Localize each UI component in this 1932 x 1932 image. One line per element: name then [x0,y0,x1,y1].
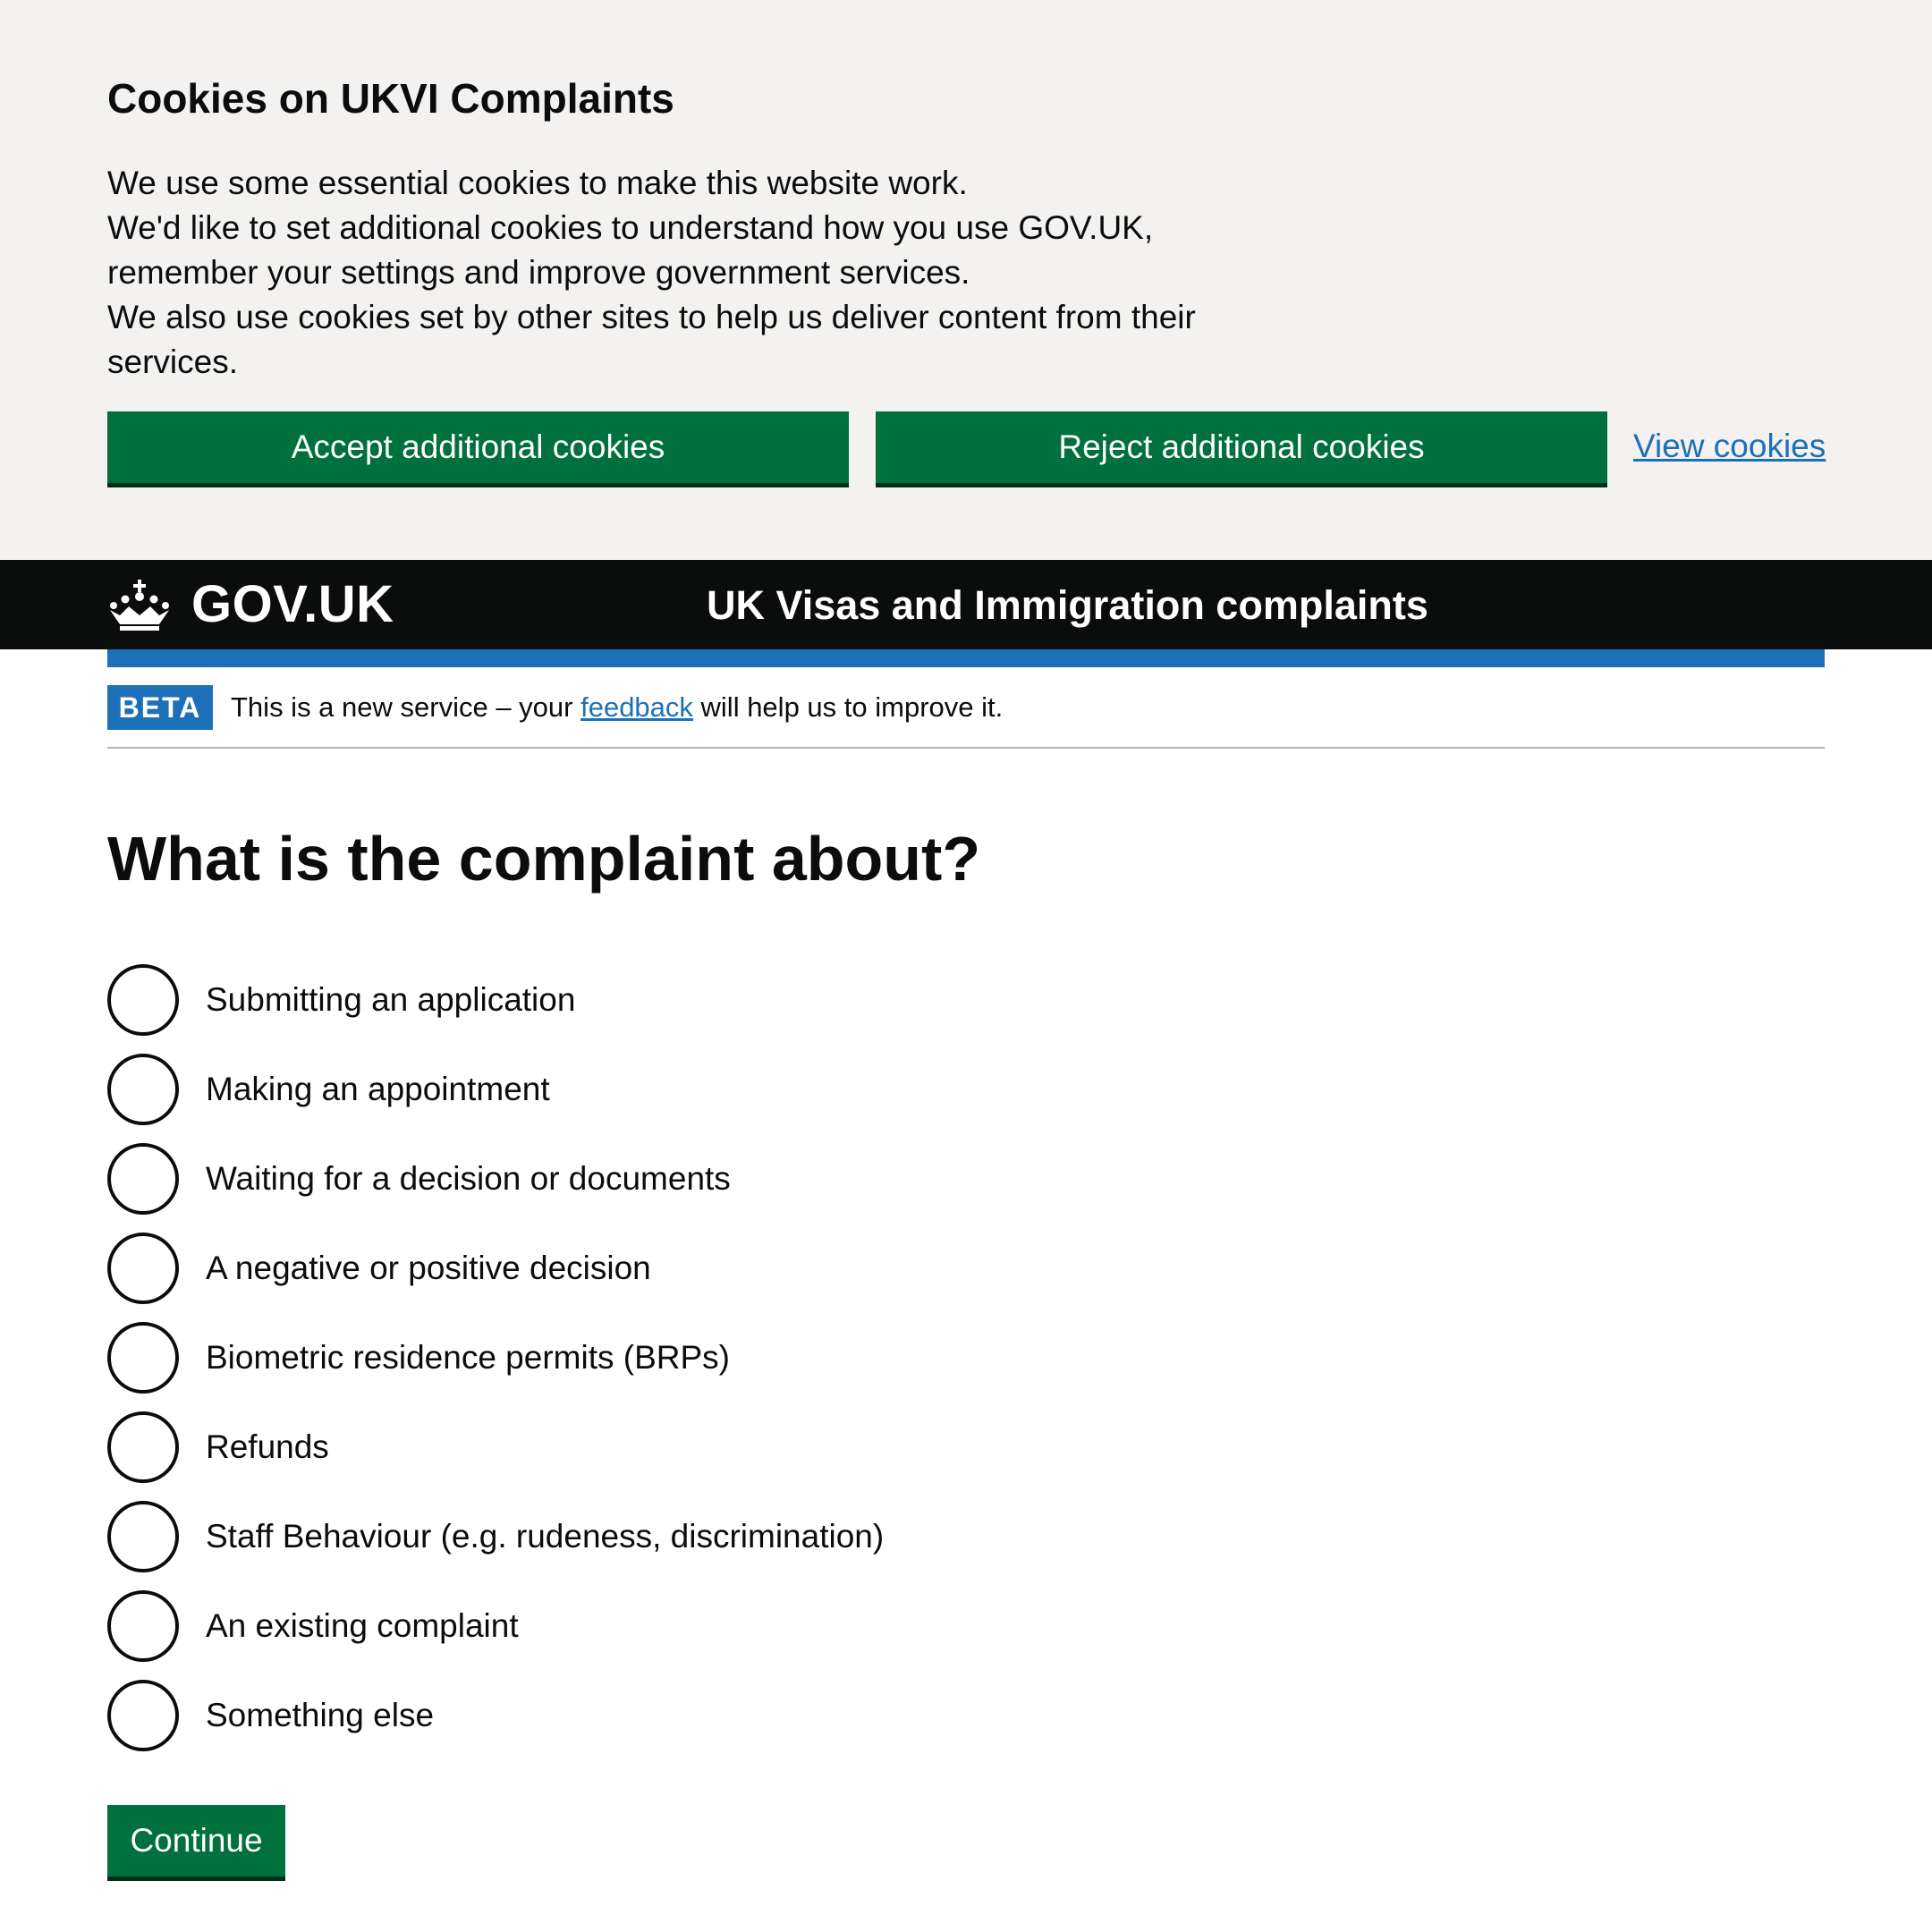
feedback-link[interactable]: feedback [580,691,693,723]
radio-label: Biometric residence permits (BRPs) [206,1339,730,1376]
crown-icon [107,578,172,631]
radio-button[interactable] [107,1590,179,1662]
radio-option-decision[interactable]: A negative or positive decision [107,1233,1181,1304]
radio-label: Submitting an application [206,981,576,1018]
beta-tag: BETA [107,685,213,730]
radio-label: Making an appointment [206,1071,550,1107]
radio-button[interactable] [107,1143,179,1215]
cookie-banner: Cookies on UKVI Complaints We use some e… [0,0,1932,560]
radio-option-existing-complaint[interactable]: An existing complaint [107,1590,1181,1662]
phase-banner-text: This is a new service – your feedback wi… [231,689,1003,726]
phase-banner-text-before: This is a new service – your [231,691,581,723]
page-title: What is the complaint about? [107,824,981,894]
radio-label: A negative or positive decision [206,1250,651,1286]
continue-button[interactable]: Continue [107,1805,285,1877]
radio-button[interactable] [107,1054,179,1125]
cookie-banner-text-third-party: We also use cookies set by other sites t… [107,299,1196,380]
radio-button[interactable] [107,964,179,1036]
govuk-logotype-link[interactable]: GOV.UK [191,576,394,633]
radio-button[interactable] [107,1233,179,1304]
radio-button[interactable] [107,1501,179,1572]
radio-option-refunds[interactable]: Refunds [107,1411,1181,1483]
cookie-banner-heading: Cookies on UKVI Complaints [107,75,674,122]
radio-label: Refunds [206,1428,329,1465]
cookie-banner-text-essential: We use some essential cookies to make th… [107,165,968,201]
radio-label: Staff Behaviour (e.g. rudeness, discrimi… [206,1518,885,1555]
cookie-banner-text-additional: We'd like to set additional cookies to u… [107,209,1154,291]
radio-label: Something else [206,1697,435,1733]
radio-option-brps[interactable]: Biometric residence permits (BRPs) [107,1322,1181,1394]
radio-option-something-else[interactable]: Something else [107,1680,1181,1751]
radio-label: An existing complaint [206,1607,519,1644]
radio-label: Waiting for a decision or documents [206,1160,731,1197]
radio-button[interactable] [107,1322,179,1394]
view-cookies-link[interactable]: View cookies [1633,424,1826,469]
radio-option-making-appointment[interactable]: Making an appointment [107,1054,1181,1125]
accept-cookies-button[interactable]: Accept additional cookies [107,411,849,483]
radio-option-waiting-for-decision[interactable]: Waiting for a decision or documents [107,1143,1181,1215]
phase-banner-text-after: will help us to improve it. [692,691,1004,723]
radio-option-staff-behaviour[interactable]: Staff Behaviour (e.g. rudeness, discrimi… [107,1501,1181,1572]
service-name-link[interactable]: UK Visas and Immigration complaints [707,581,1428,630]
reject-cookies-button[interactable]: Reject additional cookies [876,411,1607,483]
phase-banner-divider [107,747,1825,749]
radio-button[interactable] [107,1411,179,1483]
header-blue-bar [107,649,1825,667]
radio-option-submitting-application[interactable]: Submitting an application [107,964,1181,1036]
radio-button[interactable] [107,1680,179,1751]
govuk-header: GOV.UK UK Visas and Immigration complain… [0,560,1932,649]
